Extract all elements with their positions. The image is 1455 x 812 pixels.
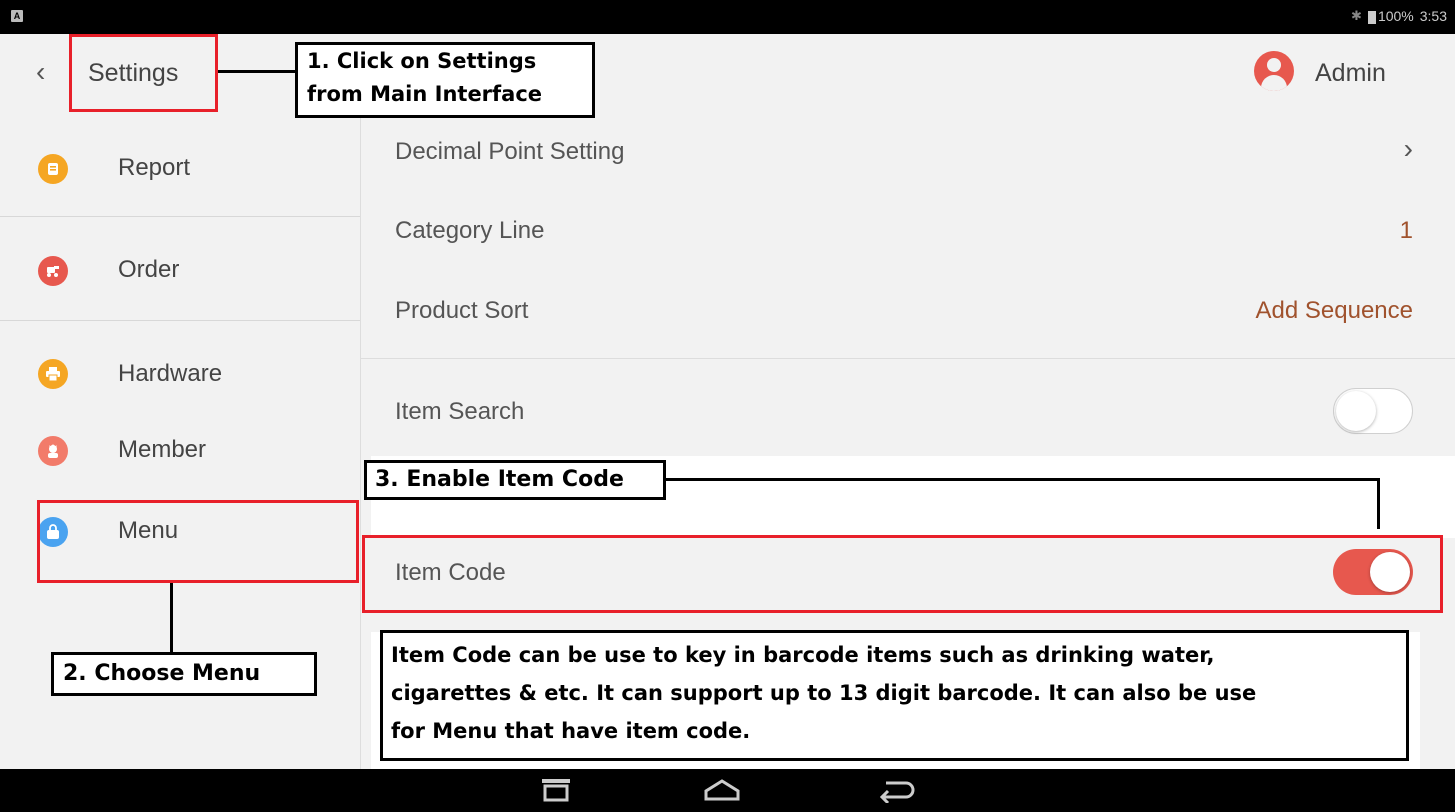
step2-text: 2. Choose Menu <box>63 661 261 686</box>
sidebar-item-label: Report <box>118 154 191 181</box>
step1-line2: from Main Interface <box>307 82 543 106</box>
report-icon <box>38 154 68 184</box>
battery-icon <box>1367 10 1376 24</box>
member-icon <box>38 436 68 466</box>
divider <box>361 358 1455 359</box>
chevron-right-icon: › <box>1403 133 1413 164</box>
item-search-toggle[interactable] <box>1333 388 1413 434</box>
callout-line <box>218 70 296 73</box>
category-line-row[interactable]: Category Line 1 <box>361 195 1455 265</box>
sidebar-item-label: Hardware <box>118 360 223 387</box>
sidebar-item-member[interactable]: Member <box>0 416 360 486</box>
settings-highlight-box <box>69 34 218 112</box>
step1-callout: 1. Click on Settings from Main Interface <box>295 42 595 118</box>
printer-icon <box>38 359 68 389</box>
divider <box>0 216 360 217</box>
recent-apps-icon[interactable] <box>540 777 572 803</box>
step3-text: 3. Enable Item Code <box>375 467 624 492</box>
menu-highlight-box <box>37 500 359 583</box>
item-code-highlight-box <box>362 535 1443 613</box>
clock: 3:53 <box>1419 8 1447 24</box>
notification-icon: A <box>11 10 23 22</box>
order-icon <box>38 256 68 286</box>
status-bar: A ✱ 100% 3:53 <box>0 0 1455 34</box>
app-header: ‹ Settings Admin <box>0 34 1455 115</box>
product-sort-label: Product Sort <box>395 297 529 324</box>
note-line1: Item Code can be use to key in barcode i… <box>391 643 1215 667</box>
divider <box>0 320 360 321</box>
back-nav-icon[interactable] <box>876 777 916 803</box>
sidebar-item-report[interactable]: Report <box>0 132 360 202</box>
product-sort-row[interactable]: Product Sort Add Sequence <box>361 275 1455 345</box>
callout-line <box>170 583 173 653</box>
note-line3: for Menu that have item code. <box>391 719 751 743</box>
item-search-label: Item Search <box>395 398 525 425</box>
bluetooth-icon: ✱ <box>1351 8 1362 23</box>
chevron-left-icon[interactable]: ‹ <box>36 56 45 88</box>
callout-line <box>1377 478 1380 529</box>
step3-callout: 3. Enable Item Code <box>364 460 666 500</box>
user-name[interactable]: Admin <box>1315 59 1386 88</box>
battery-level: 100% <box>1377 8 1414 24</box>
category-line-value: 1 <box>1399 217 1413 244</box>
avatar[interactable] <box>1254 51 1294 91</box>
battery-status: 100% <box>1367 8 1414 24</box>
product-sort-value[interactable]: Add Sequence <box>1256 297 1413 325</box>
sidebar-item-label: Order <box>118 256 180 283</box>
sidebar-item-order[interactable]: Order <box>0 236 360 306</box>
callout-line <box>666 478 1380 481</box>
home-icon[interactable] <box>702 777 742 803</box>
decimal-point-setting-row[interactable]: Decimal Point Setting › <box>361 116 1455 186</box>
category-line-label: Category Line <box>395 217 545 244</box>
decimal-point-label: Decimal Point Setting <box>395 138 625 165</box>
android-nav-bar <box>0 769 1455 812</box>
sidebar-item-hardware[interactable]: Hardware <box>0 340 360 410</box>
item-search-row: Item Search <box>361 376 1455 446</box>
note-line2: cigarettes & etc. It can support up to 1… <box>391 681 1257 705</box>
step1-line1: 1. Click on Settings <box>307 49 537 73</box>
sidebar-item-label: Member <box>118 436 207 463</box>
status-right: ✱ 100% 3:53 <box>1351 8 1447 24</box>
step2-callout: 2. Choose Menu <box>51 652 317 696</box>
item-code-note: Item Code can be use to key in barcode i… <box>380 630 1409 761</box>
